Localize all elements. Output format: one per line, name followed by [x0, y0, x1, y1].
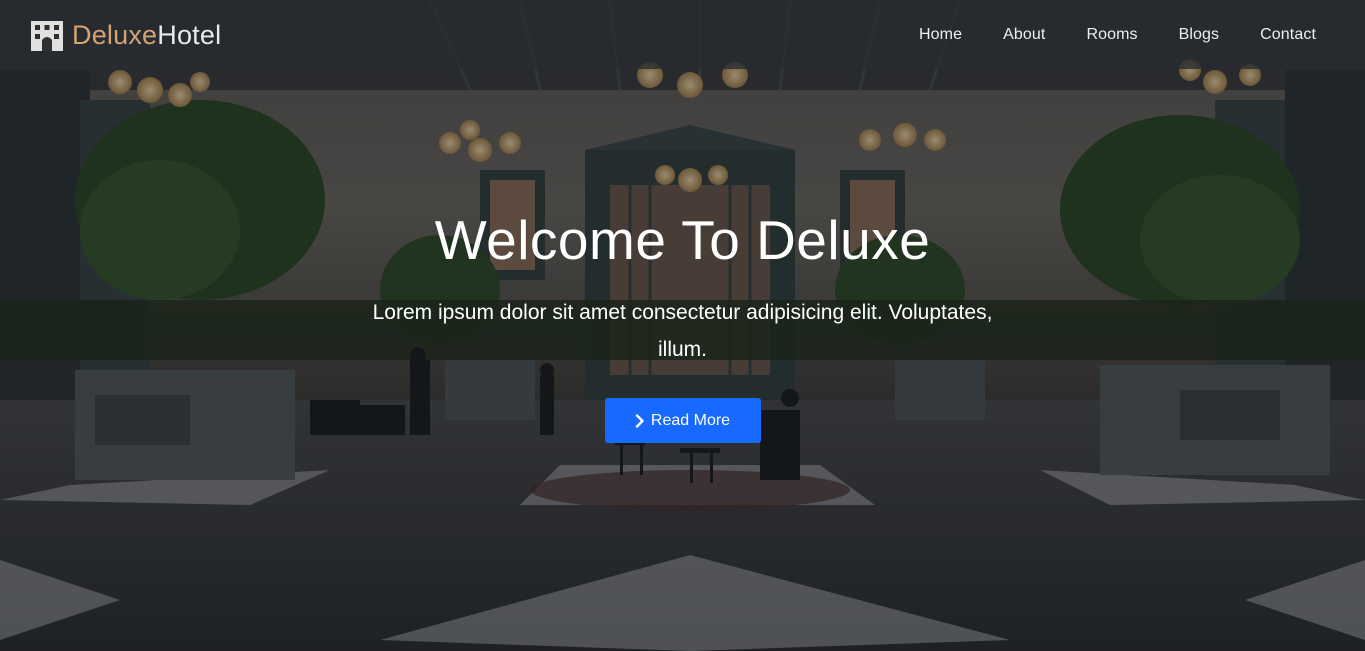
- hero-section: Welcome To Deluxe Lorem ipsum dolor sit …: [0, 200, 1365, 443]
- brand-logo-link[interactable]: DeluxeHotel: [30, 18, 221, 52]
- hero-subtitle: Lorem ipsum dolor sit amet consectetur a…: [372, 301, 993, 361]
- page: DeluxeHotel Home About Rooms Blogs Conta…: [0, 0, 1365, 651]
- nav-item-rooms[interactable]: Rooms: [1086, 26, 1137, 44]
- main-nav: Home About Rooms Blogs Contact: [878, 0, 1316, 69]
- nav-item-blogs[interactable]: Blogs: [1179, 26, 1220, 44]
- nav-item-contact[interactable]: Contact: [1260, 26, 1316, 44]
- chevron-right-icon: [635, 413, 645, 428]
- hero-title: Welcome To Deluxe: [434, 209, 931, 271]
- hotel-building-icon: [30, 19, 64, 51]
- brand-name-rest: Hotel: [157, 20, 222, 50]
- nav-item-about[interactable]: About: [1003, 26, 1045, 44]
- brand-name: DeluxeHotel: [72, 18, 221, 52]
- navbar: DeluxeHotel Home About Rooms Blogs Conta…: [0, 0, 1365, 69]
- nav-item-home[interactable]: Home: [919, 26, 962, 44]
- read-more-button[interactable]: Read More: [604, 398, 761, 443]
- brand-name-accent: Deluxe: [72, 20, 158, 50]
- read-more-label: Read More: [650, 411, 731, 429]
